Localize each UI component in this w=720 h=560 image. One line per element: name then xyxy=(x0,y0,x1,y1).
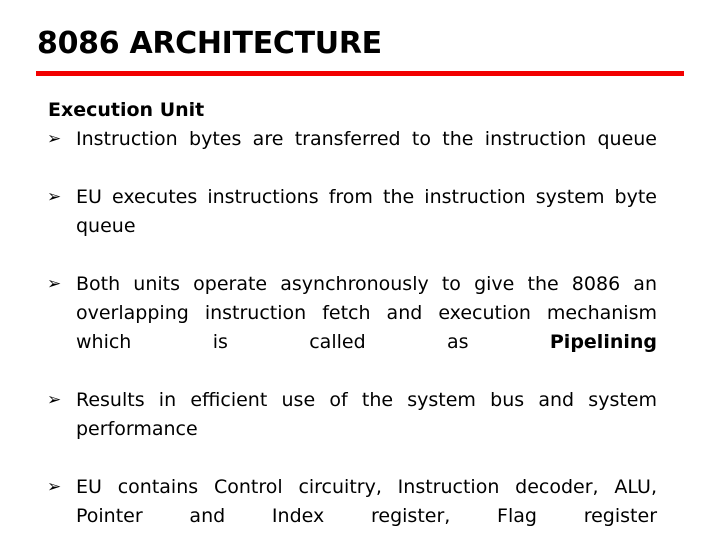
list-item: ➢ EU executes instructions from the inst… xyxy=(47,183,657,270)
list-item-text: EU contains Control circuitry, Instructi… xyxy=(76,476,657,527)
section-heading-execution-unit: Execution Unit xyxy=(48,99,205,121)
page-title: 8086 ARCHITECTURE xyxy=(37,26,382,61)
list-item-text-emphasis: Pipelining xyxy=(549,331,657,353)
list-item: ➢ Results in efficient use of the system… xyxy=(47,386,657,473)
arrowhead-bullet-icon: ➢ xyxy=(47,129,62,149)
arrowhead-bullet-icon: ➢ xyxy=(47,390,62,410)
list-item-text: Both units operate asynchronously to giv… xyxy=(76,270,657,386)
list-item: ➢ EU contains Control circuitry, Instruc… xyxy=(47,473,657,560)
list-item-text: EU executes instructions from the instru… xyxy=(76,186,657,237)
list-item-text: Results in efficient use of the system b… xyxy=(76,389,657,440)
list-item: ➢ Both units operate asynchronously to g… xyxy=(47,270,657,386)
list-item-text: Instruction bytes are transferred to the… xyxy=(76,128,657,150)
arrowhead-bullet-icon: ➢ xyxy=(47,477,62,497)
arrowhead-bullet-icon: ➢ xyxy=(47,187,62,207)
slide-body: Execution Unit ➢ Instruction bytes are t… xyxy=(47,96,657,560)
slide-canvas: 8086 ARCHITECTURE Execution Unit ➢ Instr… xyxy=(0,0,720,540)
list-item: ➢ Instruction bytes are transferred to t… xyxy=(47,125,657,183)
arrowhead-bullet-icon: ➢ xyxy=(47,274,62,294)
bullet-list: ➢ Instruction bytes are transferred to t… xyxy=(47,125,657,560)
title-underline-rule xyxy=(36,71,684,76)
